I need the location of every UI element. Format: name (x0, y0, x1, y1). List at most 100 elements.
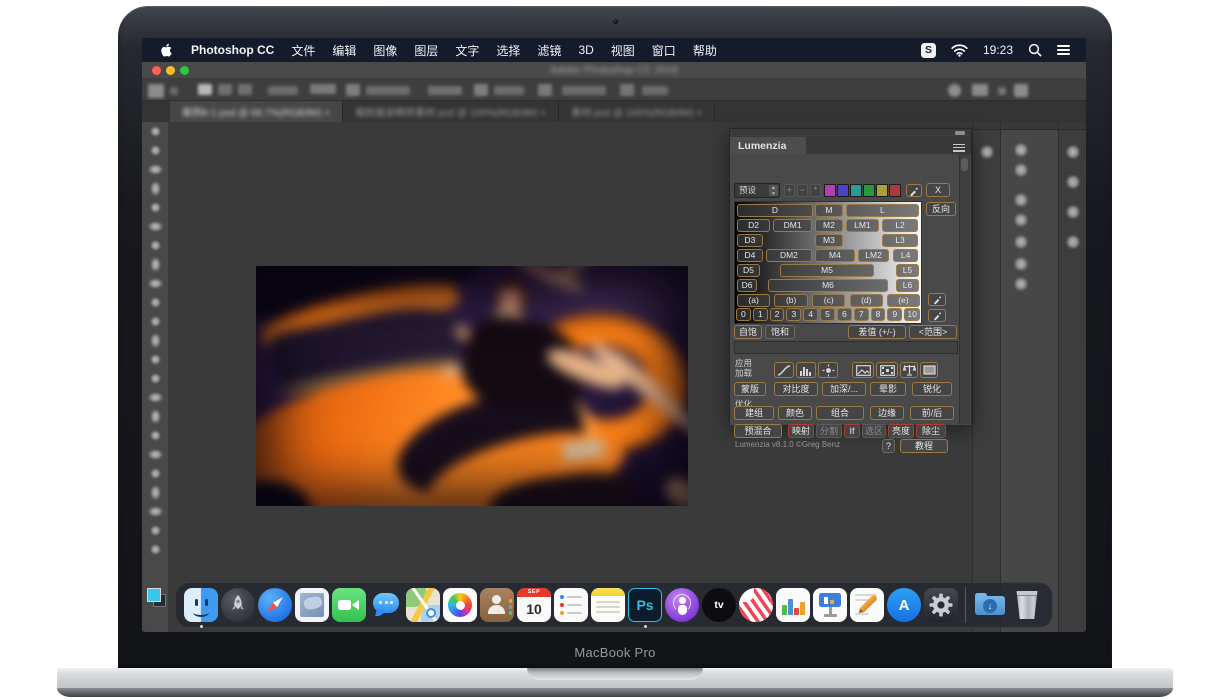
menu-clock[interactable]: 19:23 (983, 43, 1013, 57)
blurred-option-control[interactable] (198, 84, 212, 95)
blurred-option-control[interactable] (310, 84, 336, 94)
vibrance-button[interactable]: 自饱 (734, 325, 762, 339)
dock-item-podcasts[interactable] (665, 588, 699, 622)
search-icon[interactable] (1028, 43, 1042, 57)
dock-item-notes[interactable] (591, 588, 625, 622)
list-icon[interactable] (1057, 43, 1070, 57)
zone-7[interactable]: 7 (854, 308, 869, 321)
dock-item-app-store[interactable]: A (887, 588, 921, 622)
blurred-option-control[interactable] (170, 87, 178, 95)
before-after-button[interactable]: 前/后 (910, 406, 954, 420)
tool-icon[interactable] (142, 255, 168, 274)
mask-D3[interactable]: D3 (737, 234, 763, 247)
mask-D[interactable]: D (737, 204, 813, 217)
tool-icon[interactable] (142, 293, 168, 312)
tool-icon[interactable] (142, 464, 168, 483)
saturation-button[interactable]: 饱和 (765, 325, 795, 339)
blurred-option-control[interactable] (238, 84, 252, 95)
mask-DM2[interactable]: DM2 (766, 249, 813, 262)
dock-item-launchpad[interactable] (221, 588, 255, 622)
panel-icon[interactable] (1015, 258, 1027, 270)
panel-icon[interactable] (1067, 206, 1079, 218)
share-icon[interactable] (998, 87, 1006, 95)
menu-view[interactable]: 视图 (611, 42, 635, 59)
mask-D5[interactable]: D5 (737, 264, 760, 277)
dock-item-apple-tv[interactable]: tv (702, 588, 736, 622)
dock-item-finder[interactable] (184, 588, 218, 622)
zone-0[interactable]: 0 (736, 308, 751, 321)
burn-button[interactable]: 加深/... (822, 382, 866, 396)
vignette-button[interactable]: 晕影 (870, 382, 906, 396)
dock-item-calendar[interactable]: SEP 10 (517, 588, 551, 622)
tool-icon[interactable] (142, 274, 168, 293)
foreground-color-swatch[interactable] (147, 588, 161, 602)
dock-item-photos[interactable] (443, 588, 477, 622)
eyedropper-button[interactable] (906, 184, 922, 197)
mask-M2[interactable]: M2 (815, 219, 843, 232)
rectangle-icon-button[interactable] (920, 362, 938, 378)
panel-icon[interactable] (1067, 146, 1079, 158)
invert-button[interactable]: 反向 (926, 202, 956, 216)
edge-button[interactable]: 边缘 (870, 406, 904, 420)
star-preset-button[interactable]: * (810, 184, 821, 197)
tool-icon[interactable] (142, 502, 168, 521)
color-swatch-teal[interactable] (850, 184, 862, 197)
blurred-option-control[interactable] (562, 86, 606, 95)
blurred-option-control[interactable] (494, 86, 524, 95)
dock-item-pages[interactable] (850, 588, 884, 622)
color-swatch-blue[interactable] (837, 184, 849, 197)
clear-mask-button[interactable]: X (926, 183, 950, 197)
blurred-option-control[interactable] (218, 84, 232, 95)
mask-LM1[interactable]: LM1 (846, 219, 879, 232)
panel-scrollbar[interactable] (959, 154, 970, 424)
panel-icon[interactable] (1015, 278, 1027, 290)
range-button[interactable]: <范围> (909, 325, 957, 339)
dock-item-trash[interactable] (1010, 588, 1044, 622)
contrast-button[interactable]: 对比度 (774, 382, 818, 396)
help-button[interactable]: ? (882, 439, 895, 453)
panel-icon[interactable] (1015, 164, 1027, 176)
tool-icon[interactable] (142, 483, 168, 502)
tool-icon[interactable] (142, 312, 168, 331)
mask-L2[interactable]: L2 (882, 219, 918, 232)
dock-item-system-preferences[interactable] (924, 588, 958, 622)
preset-dropdown[interactable]: 预设 ▲▼ (734, 183, 780, 198)
dock-item-mail[interactable] (295, 588, 329, 622)
map-button[interactable]: 映射 (788, 424, 814, 438)
panel-icon[interactable] (1015, 144, 1027, 156)
menu-image[interactable]: 图像 (373, 42, 397, 59)
mask-button[interactable]: 蒙版 (734, 382, 766, 396)
menu-layer[interactable]: 图层 (414, 42, 438, 59)
zone-c[interactable]: (c) (812, 294, 845, 307)
menu-help[interactable]: 帮助 (693, 42, 717, 59)
difference-button[interactable]: 差值 (+/-) (848, 325, 906, 339)
split-button[interactable]: 分割 (816, 424, 842, 438)
tool-icon[interactable] (142, 388, 168, 407)
dock-item-reminders[interactable] (554, 588, 588, 622)
blurred-option-control[interactable] (366, 86, 410, 95)
level-picker-eyedropper[interactable] (928, 309, 946, 322)
zone-d[interactable]: (d) (850, 294, 883, 307)
zone-5[interactable]: 5 (820, 308, 835, 321)
color-button[interactable]: 颜色 (778, 406, 812, 420)
zone-4[interactable]: 4 (803, 308, 818, 321)
zone-1[interactable]: 1 (753, 308, 768, 321)
color-swatch-yellow[interactable] (876, 184, 888, 197)
color-swatch-green[interactable] (863, 184, 875, 197)
organizer-icon[interactable] (1014, 84, 1028, 97)
menu-edit[interactable]: 编辑 (332, 42, 356, 59)
mask-D4[interactable]: D4 (737, 249, 763, 262)
menu-file[interactable]: 文件 (291, 42, 315, 59)
dock-item-keynote[interactable] (813, 588, 847, 622)
dock-item-facetime[interactable] (332, 588, 366, 622)
tool-icon[interactable] (142, 369, 168, 388)
blurred-option-control[interactable] (538, 84, 552, 96)
zone-a[interactable]: (a) (737, 294, 770, 307)
zone-b[interactable]: (b) (774, 294, 807, 307)
document-tab[interactable]: 素材.psd @ 100%(RGB/8#) × (559, 101, 715, 122)
tool-icon[interactable] (142, 407, 168, 426)
curves-icon-button[interactable] (774, 362, 794, 378)
mask-M3[interactable]: M3 (815, 234, 843, 247)
combine-button[interactable]: 组合 (816, 406, 864, 420)
mask-L[interactable]: L (846, 204, 919, 217)
